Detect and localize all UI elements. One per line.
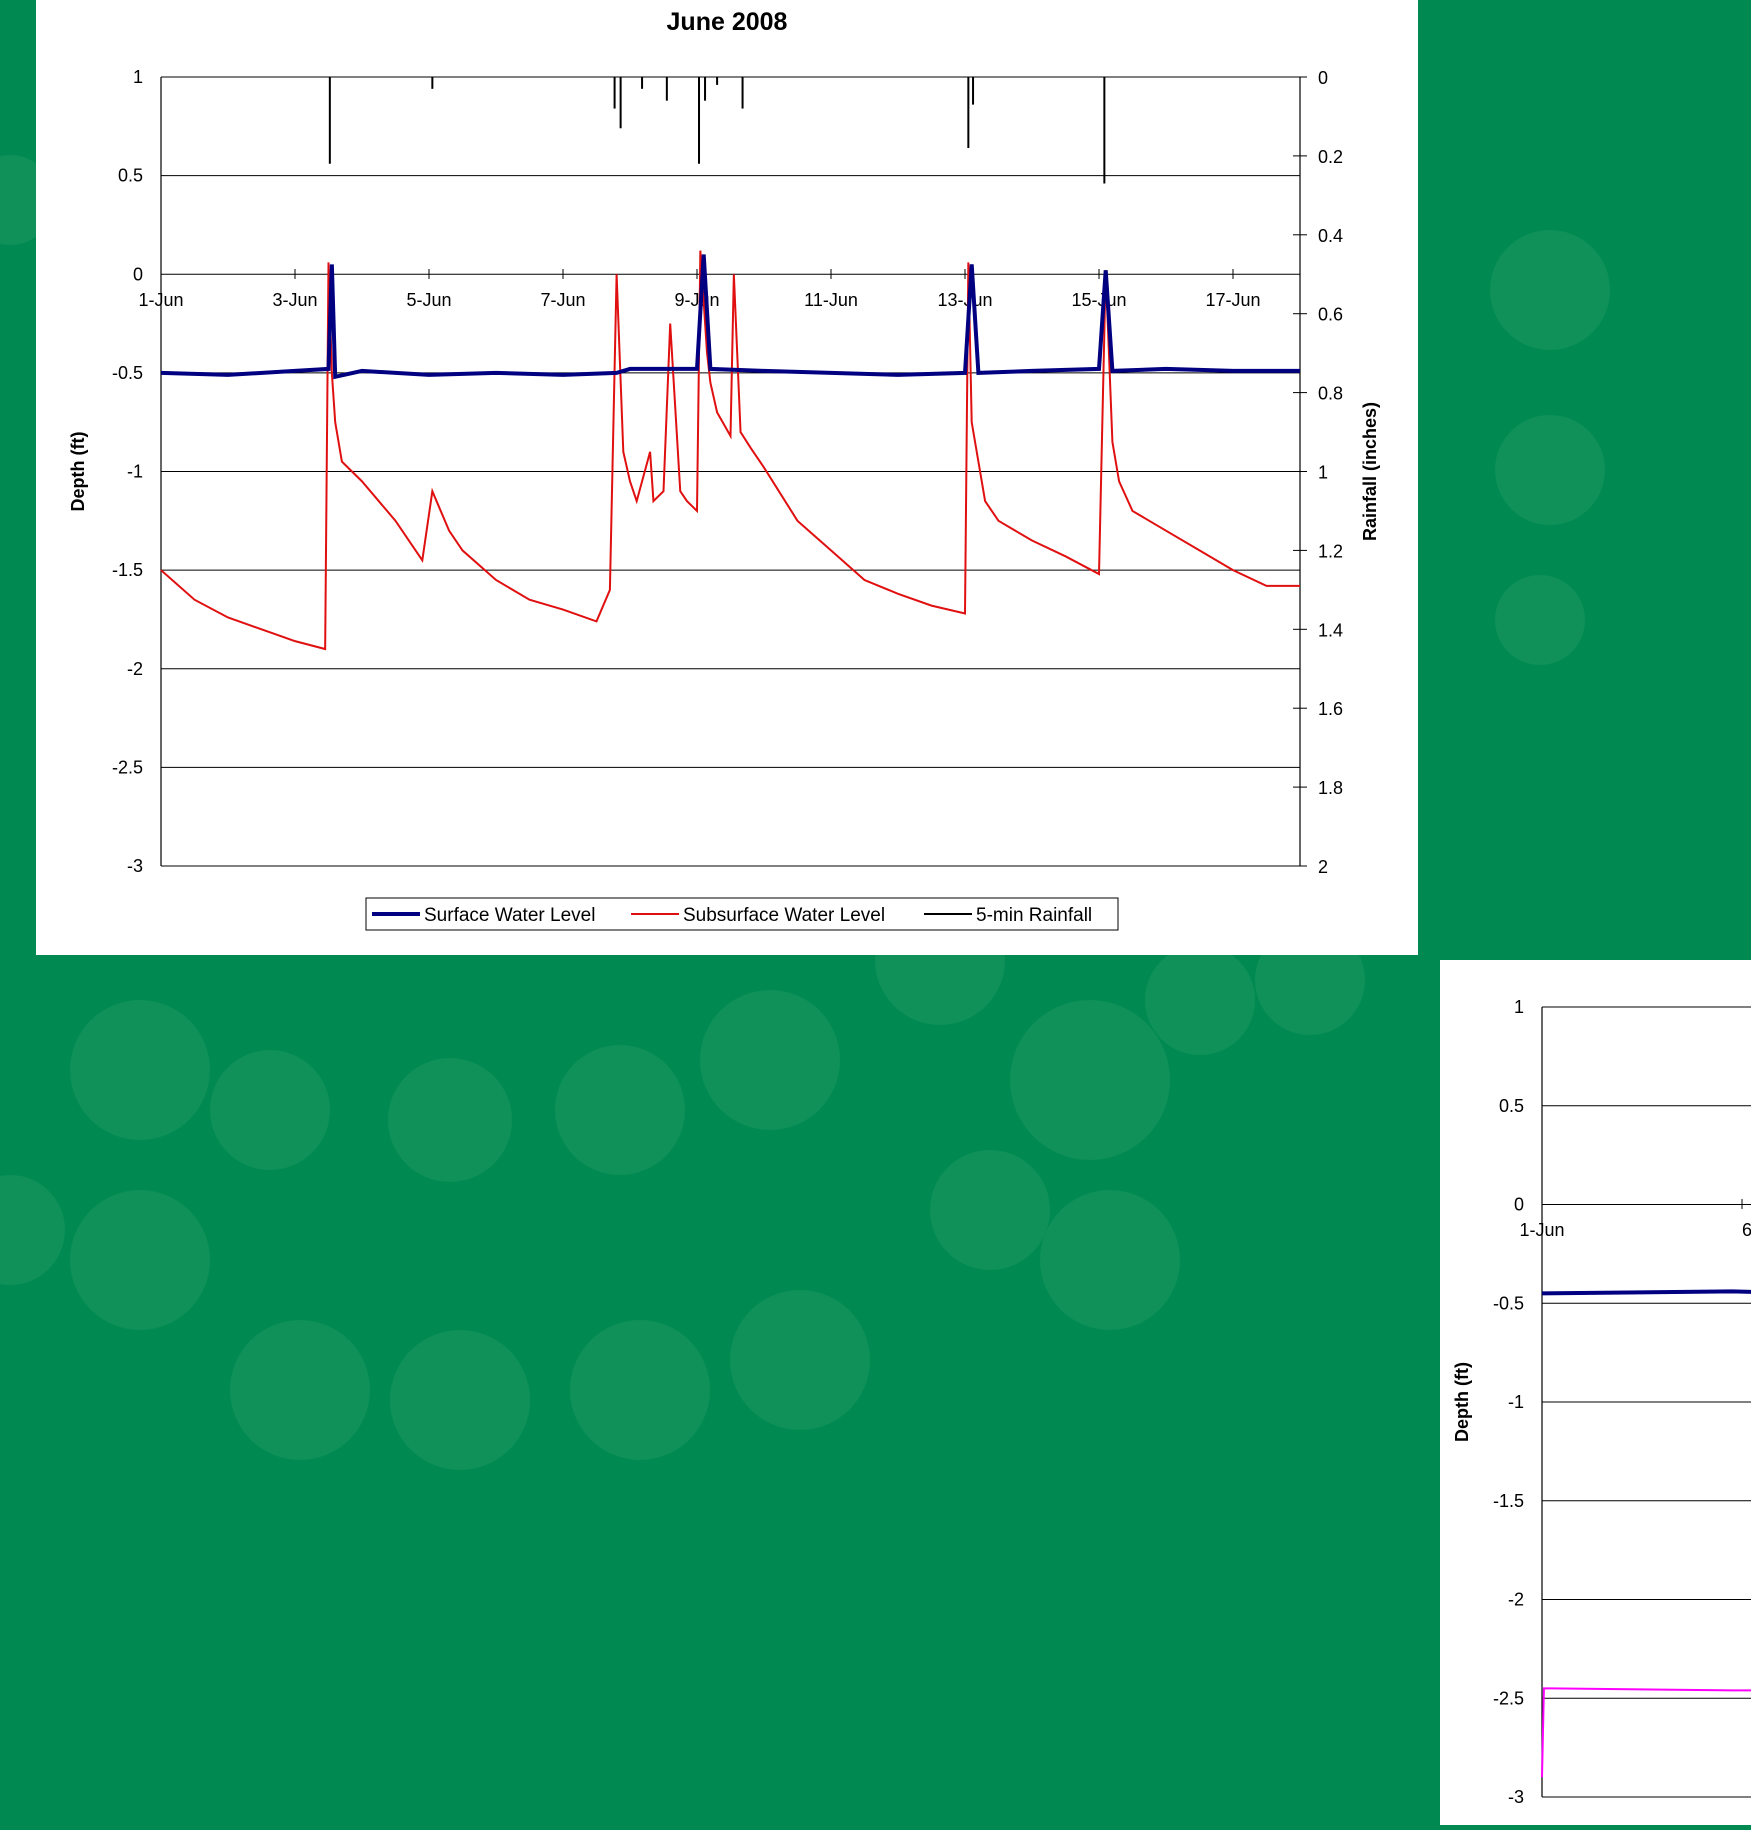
x-tick-label: 1-Jun	[138, 290, 183, 310]
y-tick-label: 0	[1514, 1195, 1524, 1215]
series-subsurface-water-level-2	[1541, 1687, 1751, 1778]
y-tick-label: 1	[1514, 997, 1524, 1017]
y-tick-label: -3	[127, 856, 143, 876]
y2-tick-label: 1.2	[1318, 541, 1343, 561]
y2-tick-label: 1	[1318, 463, 1328, 483]
y2-tick-label: 1.4	[1318, 620, 1343, 640]
y-tick-label: 0	[133, 264, 143, 284]
y-tick-label: -2.5	[1493, 1688, 1524, 1708]
y2-tick-label: 1.8	[1318, 778, 1343, 798]
y2-tick-label: 0	[1318, 68, 1328, 88]
x-tick-label: 5-Jun	[406, 290, 451, 310]
legend-label: 5-min Rainfall	[976, 905, 1092, 926]
y-tick-label: -1	[1508, 1392, 1524, 1412]
y-tick-label: -2	[127, 659, 143, 679]
y-axis-title: Depth (ft)	[1452, 1362, 1472, 1442]
y-tick-label: 0.5	[1499, 1096, 1524, 1116]
y2-tick-label: 0.2	[1318, 147, 1343, 167]
x-tick-label: 3-Jun	[272, 290, 317, 310]
y-tick-label: -1	[127, 462, 143, 482]
legend-label: Surface Water Level	[424, 905, 595, 926]
x-tick-label: 9-Jun	[674, 290, 719, 310]
y-tick-label: -3	[1508, 1787, 1524, 1807]
y2-tick-label: 2	[1318, 857, 1328, 877]
chart-panel-partial: 1 0.5 0 -0.5 -1 -1.5 -2 -2.5 -3 1-Jun 6-Ju Depth (f…	[1440, 960, 1751, 1825]
x-tick-label: 13-Jun	[937, 290, 992, 310]
chart-1-plot: 1 0.5 0 -0.5 -1 -1.5 -2 -2.5 -3 0 0.2 0.4 0.6 0.8 1 1.2…	[68, 67, 1380, 931]
x-tick-label: 7-Jun	[540, 290, 585, 310]
y-tick-label: -1.5	[112, 560, 143, 580]
y-tick-label: -2	[1508, 1590, 1524, 1610]
x-tick-label: 15-Jun	[1071, 290, 1126, 310]
legend-label: Subsurface Water Level	[683, 905, 885, 926]
x-tick-label: 11-Jun	[804, 290, 858, 310]
y2-tick-label: 0.6	[1318, 305, 1343, 325]
y2-tick-label: 1.6	[1318, 699, 1343, 719]
y2-tick-label: 0.4	[1318, 226, 1343, 246]
y-tick-label: -1.5	[1493, 1491, 1524, 1511]
x-tick-label: 17-Jun	[1205, 290, 1260, 310]
y-axis-title: Depth (ft)	[68, 432, 88, 512]
x-tick-label: 6-Ju	[1742, 1220, 1751, 1240]
y-tick-label: 0.5	[118, 166, 143, 186]
y2-axis-title: Rainfall (inches)	[1360, 402, 1380, 541]
chart-2-plot: 1 0.5 0 -0.5 -1 -1.5 -2 -2.5 -3 1-Jun 6-Ju Depth (f…	[1452, 997, 1751, 1807]
x-tick-label: 1-Jun	[1519, 1220, 1564, 1240]
y-tick-label: -0.5	[112, 363, 143, 383]
y-tick-label: -0.5	[1493, 1293, 1524, 1313]
chart-title: June 2008	[666, 8, 788, 36]
series-surface-water-level-2	[1541, 1289, 1751, 1296]
chart-panel-june-2008: June 2008 1 0.5 0 -0.5 -1 -1.5 -2 -2.5 -3 0 0.2 0.4…	[36, 0, 1418, 955]
y-tick-label: -2.5	[112, 757, 143, 777]
y-tick-label: 1	[133, 67, 143, 87]
y2-tick-label: 0.8	[1318, 384, 1343, 404]
